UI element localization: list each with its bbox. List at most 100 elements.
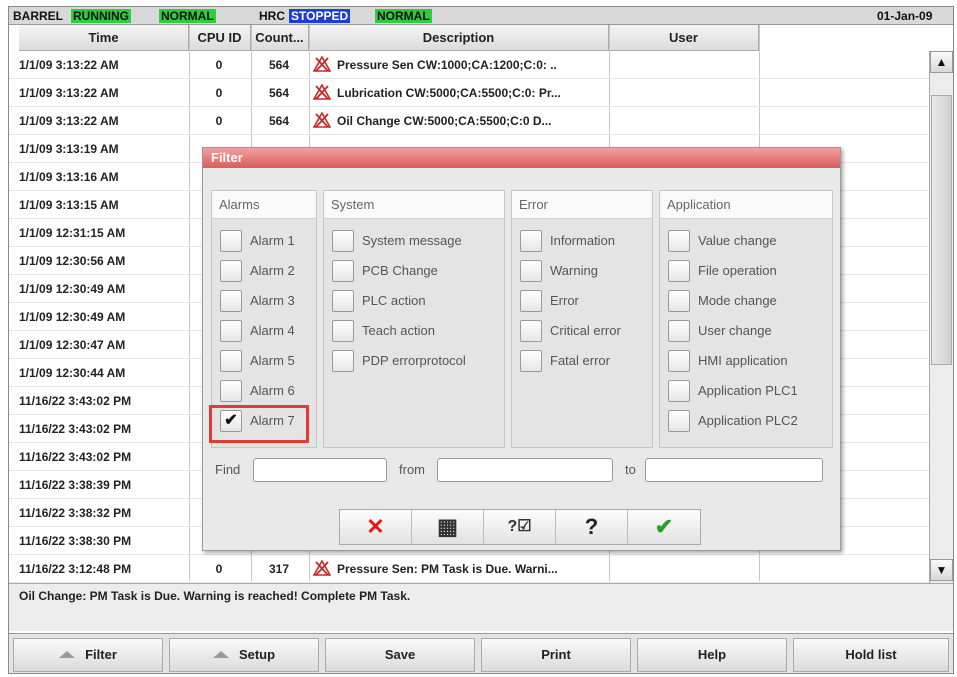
group-alarms: Alarms Alarm 1 Alarm 2 Alarm 3 Alarm 4 Alarm… [211, 190, 317, 448]
hold-list-button[interactable]: Hold list [793, 638, 949, 672]
checkbox[interactable] [520, 320, 542, 342]
cell-count: 564 [268, 86, 290, 100]
filter-option-label: Value change [698, 233, 777, 248]
barrel-mode-badge: NORMAL [159, 9, 216, 23]
cell-time: 1/1/09 12:30:49 AM [19, 282, 126, 296]
cell-count: 317 [268, 562, 290, 576]
checkbox[interactable] [668, 230, 690, 252]
checkmark-icon: ✔ [654, 514, 674, 539]
setup-button-label: Setup [238, 647, 276, 662]
checkbox[interactable] [332, 230, 354, 252]
col-header-count[interactable]: Count... [251, 25, 309, 51]
cell-time: 1/1/09 3:13:22 AM [19, 86, 119, 100]
checkbox[interactable] [332, 290, 354, 312]
date-display: 01-Jan-09 [877, 9, 933, 23]
checkbox[interactable] [520, 230, 542, 252]
table-row[interactable]: 1/1/09 3:13:22 AM 0 564 Pressure Sen CW:100… [9, 51, 929, 79]
col-header-cpu[interactable]: CPU ID [189, 25, 251, 51]
cell-cpu-id: 0 [215, 114, 223, 128]
filter-option-label: Alarm 4 [250, 323, 295, 338]
save-button[interactable]: Save [325, 638, 475, 672]
filter-option-label: Application PLC2 [698, 413, 798, 428]
filter-option-label: File operation [698, 263, 777, 278]
help-button[interactable]: Help [637, 638, 787, 672]
cell-description: Pressure Sen CW:1000;CA:1200;C:0: .. [309, 51, 609, 79]
filter-option-label: Information [550, 233, 616, 248]
find-input[interactable] [253, 458, 387, 482]
table-row[interactable]: 1/1/09 3:13:22 AM 0 564 Lubrication CW:5000… [9, 79, 929, 107]
filter-option-label: Critical error [550, 323, 621, 338]
checkbox[interactable] [668, 290, 690, 312]
checkbox[interactable] [668, 410, 690, 432]
cell-count: 564 [268, 114, 290, 128]
to-input[interactable] [645, 458, 823, 482]
cell-description: Pressure Sen: PM Task is Due. Warni... [309, 555, 609, 583]
message-bar: Oil Change: PM Task is Due. Warning is r… [9, 583, 953, 631]
table-row[interactable]: 1/1/09 3:13:22 AM 0 564 Oil Change CW:5000;… [9, 107, 929, 135]
filter-option-label: Alarm 7 [250, 413, 295, 428]
cell-time: 11/16/22 3:43:02 PM [19, 394, 132, 408]
cell-time: 11/16/22 3:43:02 PM [19, 422, 132, 436]
print-button[interactable]: Print [481, 638, 631, 672]
filter-button[interactable]: Filter [13, 638, 163, 672]
filter-option-label: Alarm 6 [250, 383, 295, 398]
checkbox[interactable] [332, 350, 354, 372]
scroll-up-button[interactable]: ▲ [930, 51, 953, 73]
col-header-user[interactable]: User [609, 25, 759, 51]
checkbox[interactable] [520, 350, 542, 372]
scroll-down-button[interactable]: ▼ [930, 559, 953, 581]
select-filter-button[interactable]: ?☑ [484, 510, 556, 544]
cell-cpu-id: 0 [215, 58, 223, 72]
col-header-time[interactable]: Time [19, 25, 189, 51]
cell-time: 1/1/09 3:13:16 AM [19, 170, 119, 184]
select-all-button[interactable]: ▦ [412, 510, 484, 544]
table-row[interactable]: 11/16/22 3:12:48 PM 0 317 Pressure Sen: PM … [9, 555, 929, 583]
dialog-help-button[interactable]: ? [556, 510, 628, 544]
checkbox[interactable] [520, 290, 542, 312]
alarm-icon [313, 84, 331, 100]
vertical-scrollbar[interactable]: ▲ ▼ [929, 51, 953, 583]
scroll-thumb[interactable] [931, 95, 952, 365]
filter-option-label: Alarm 3 [250, 293, 295, 308]
checkbox[interactable] [668, 350, 690, 372]
checkbox[interactable] [668, 260, 690, 282]
checkbox-query-icon: ?☑ [507, 518, 532, 535]
cell-time: 1/1/09 12:30:47 AM [19, 338, 126, 352]
ok-button[interactable]: ✔ [628, 510, 700, 544]
checkbox[interactable] [520, 260, 542, 282]
checkbox[interactable] [220, 380, 242, 402]
alarm-icon [313, 56, 331, 72]
checkbox[interactable] [220, 230, 242, 252]
checkbox[interactable] [668, 380, 690, 402]
cell-time: 11/16/22 3:12:48 PM [19, 562, 132, 576]
checkbox[interactable] [332, 320, 354, 342]
group-title: System [324, 191, 504, 219]
checkbox-checked[interactable]: ✔ [220, 410, 242, 432]
description-text: Oil Change CW:5000;CA:5500;C:0 D... [337, 114, 552, 128]
barrel-state-badge: RUNNING [71, 9, 131, 23]
cancel-button[interactable]: ✕ [340, 510, 412, 544]
cell-count: 564 [268, 58, 290, 72]
cell-description: Oil Change CW:5000;CA:5500;C:0 D... [309, 107, 609, 135]
find-row: Find from to [213, 458, 833, 484]
cell-time: 1/1/09 3:13:15 AM [19, 198, 119, 212]
checkbox[interactable] [220, 350, 242, 372]
cell-time: 1/1/09 12:31:15 AM [19, 226, 126, 240]
filter-option-label: Alarm 1 [250, 233, 295, 248]
filter-option-label: User change [698, 323, 772, 338]
checkbox[interactable] [220, 320, 242, 342]
col-header-description[interactable]: Description [309, 25, 609, 51]
from-input[interactable] [437, 458, 613, 482]
filter-dialog: Filter Alarms Alarm 1 Alarm 2 Alarm 3 Alarm… [202, 147, 841, 551]
checkbox[interactable] [220, 260, 242, 282]
checkbox[interactable] [220, 290, 242, 312]
filter-option-label: PDP errorprotocol [362, 353, 466, 368]
checkbox[interactable] [668, 320, 690, 342]
setup-button[interactable]: Setup [169, 638, 319, 672]
group-application: Application Value change File operation Mo… [659, 190, 833, 448]
checkbox[interactable] [332, 260, 354, 282]
message-text: Oil Change: PM Task is Due. Warning is r… [19, 589, 411, 603]
filter-option-label: Fatal error [550, 353, 610, 368]
filter-option-label: Error [550, 293, 579, 308]
cell-time: 1/1/09 3:13:22 AM [19, 58, 119, 72]
